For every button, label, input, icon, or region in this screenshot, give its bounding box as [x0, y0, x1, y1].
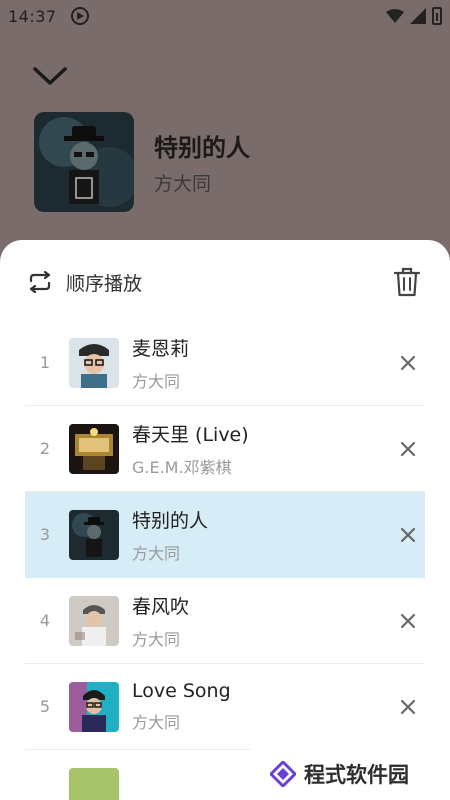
status-icons — [386, 7, 442, 25]
close-icon — [400, 527, 416, 542]
queue-item[interactable]: 5 Love Song 方大同 — [25, 664, 425, 750]
wifi-icon — [386, 9, 404, 23]
queue-item-active[interactable]: 3 特别的人 方大同 — [25, 492, 425, 578]
queue-item-artist: 方大同 — [132, 371, 181, 391]
queue-item[interactable]: 2 春天里 (Live) G.E.M.邓紫棋 — [25, 406, 425, 492]
remove-button[interactable] — [393, 348, 423, 378]
watermark: 程式软件园 — [250, 748, 450, 800]
queue-item-artist: G.E.M.邓紫棋 — [132, 457, 232, 477]
track-thumbnail — [69, 681, 119, 732]
queue-list: 1 麦恩莉 方大同 2 春天里 (Live) G.E.M.邓紫棋 3 特别的人 … — [25, 320, 425, 800]
queue-item-title: 春天里 (Live) — [132, 423, 249, 446]
album-cover — [34, 112, 134, 212]
track-thumbnail — [69, 767, 119, 800]
close-icon — [400, 441, 416, 456]
remove-button[interactable] — [393, 692, 423, 722]
collapse-button[interactable] — [30, 58, 70, 94]
close-icon — [400, 699, 416, 714]
remove-button[interactable] — [393, 520, 423, 550]
logo-icon — [270, 761, 296, 787]
play-queue-sheet: 顺序播放 1 麦恩莉 方大同 2 春天里 (Live) G.E.M.邓紫棋 3 … — [0, 240, 450, 800]
queue-item-index: 1 — [39, 353, 51, 372]
now-playing[interactable]: 特别的人 方大同 — [34, 112, 250, 212]
trash-icon — [394, 267, 420, 297]
queue-item-artist: 方大同 — [132, 713, 181, 732]
remove-button[interactable] — [393, 606, 423, 636]
queue-item-index: 2 — [39, 439, 51, 458]
chevron-down-icon — [33, 67, 67, 85]
now-playing-title: 特别的人 — [154, 134, 250, 162]
battery-icon — [432, 7, 442, 25]
status-bar: 14:37 — [0, 0, 450, 32]
repeat-icon[interactable] — [26, 268, 54, 296]
signal-icon — [410, 8, 426, 24]
remove-button[interactable] — [393, 434, 423, 464]
track-thumbnail — [69, 595, 119, 646]
queue-header: 顺序播放 — [0, 240, 450, 324]
queue-item-title: 特别的人 — [132, 509, 209, 532]
queue-item-index: 5 — [39, 697, 51, 716]
queue-item-index: 4 — [39, 611, 51, 630]
queue-item-title: Love Song — [132, 680, 231, 702]
play-mode-label[interactable]: 顺序播放 — [66, 269, 142, 296]
queue-item-artist: 方大同 — [132, 543, 181, 563]
queue-item-index: 3 — [39, 525, 51, 544]
queue-item[interactable]: 4 春风吹 方大同 — [25, 578, 425, 664]
now-playing-artist: 方大同 — [154, 173, 212, 195]
queue-item-title: 麦恩莉 — [132, 337, 190, 360]
queue-item-artist: 方大同 — [132, 629, 181, 649]
close-icon — [400, 355, 416, 370]
watermark-text: 程式软件园 — [304, 763, 409, 787]
media-playing-icon — [70, 7, 89, 25]
clear-queue-button[interactable] — [390, 265, 424, 299]
track-thumbnail — [69, 337, 119, 388]
status-time: 14:37 — [8, 6, 57, 26]
queue-item-title: 春风吹 — [132, 595, 190, 618]
close-icon — [400, 613, 416, 628]
track-thumbnail — [69, 423, 119, 474]
queue-item[interactable]: 1 麦恩莉 方大同 — [25, 320, 425, 406]
track-thumbnail — [69, 509, 119, 560]
